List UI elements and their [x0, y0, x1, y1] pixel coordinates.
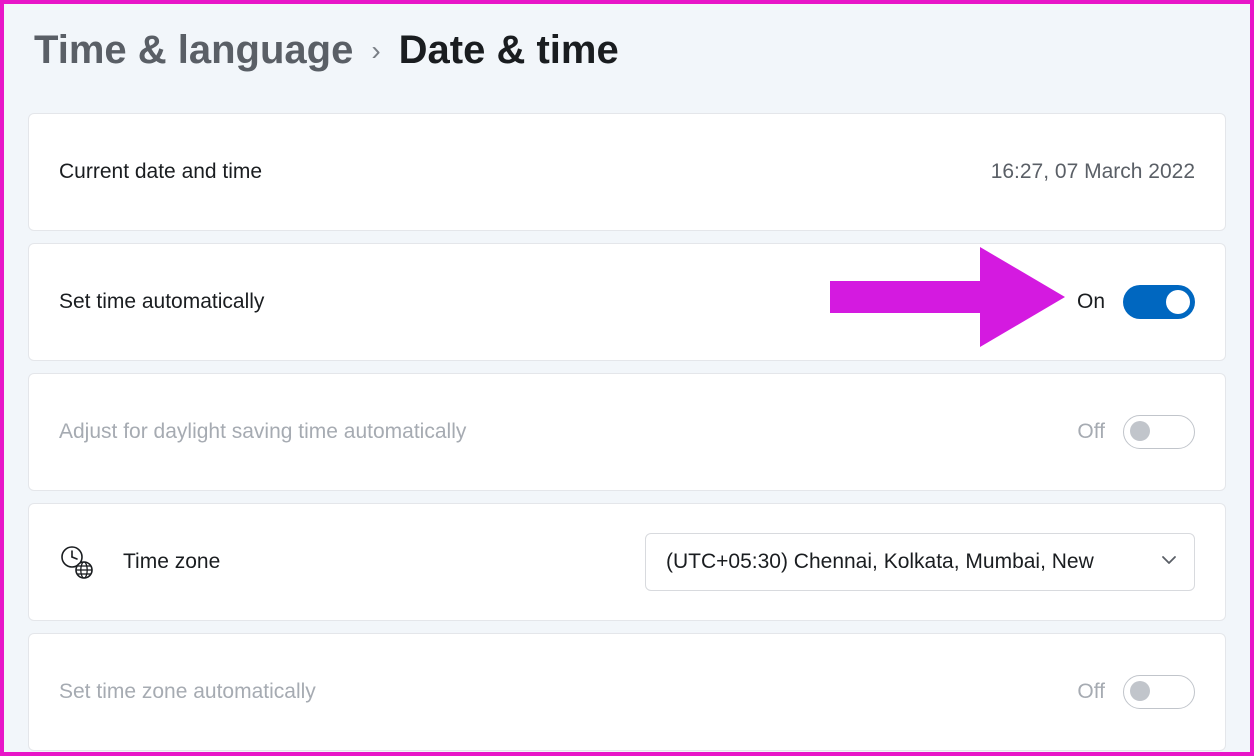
dst-auto-toggle: [1123, 415, 1195, 449]
time-zone-row: Time zone (UTC+05:30) Chennai, Kolkata, …: [28, 503, 1226, 621]
dst-auto-label: Adjust for daylight saving time automati…: [59, 420, 1077, 444]
chevron-right-icon: ›: [371, 35, 380, 67]
set-tz-auto-label: Set time zone automatically: [59, 680, 1077, 704]
breadcrumb-parent[interactable]: Time & language: [34, 28, 353, 73]
chevron-down-icon: [1160, 551, 1178, 574]
current-datetime-label: Current date and time: [59, 160, 991, 184]
set-time-auto-row: Set time automatically On: [28, 243, 1226, 361]
time-zone-selected-value: (UTC+05:30) Chennai, Kolkata, Mumbai, Ne…: [666, 550, 1094, 574]
toggle-knob: [1130, 681, 1150, 701]
time-zone-label: Time zone: [123, 550, 645, 574]
set-tz-auto-toggle: [1123, 675, 1195, 709]
toggle-knob: [1130, 421, 1150, 441]
clock-globe-icon: [59, 544, 95, 580]
breadcrumb: Time & language › Date & time: [28, 28, 1226, 73]
toggle-knob: [1166, 290, 1190, 314]
dst-auto-row: Adjust for daylight saving time automati…: [28, 373, 1226, 491]
set-time-auto-state: On: [1077, 290, 1105, 314]
dst-auto-state: Off: [1077, 420, 1105, 444]
set-time-auto-toggle[interactable]: [1123, 285, 1195, 319]
page-title: Date & time: [399, 28, 619, 73]
current-datetime-value: 16:27, 07 March 2022: [991, 160, 1195, 184]
time-zone-select[interactable]: (UTC+05:30) Chennai, Kolkata, Mumbai, Ne…: [645, 533, 1195, 591]
current-datetime-row: Current date and time 16:27, 07 March 20…: [28, 113, 1226, 231]
set-tz-auto-row: Set time zone automatically Off: [28, 633, 1226, 751]
set-tz-auto-state: Off: [1077, 680, 1105, 704]
set-time-auto-label: Set time automatically: [59, 290, 1077, 314]
